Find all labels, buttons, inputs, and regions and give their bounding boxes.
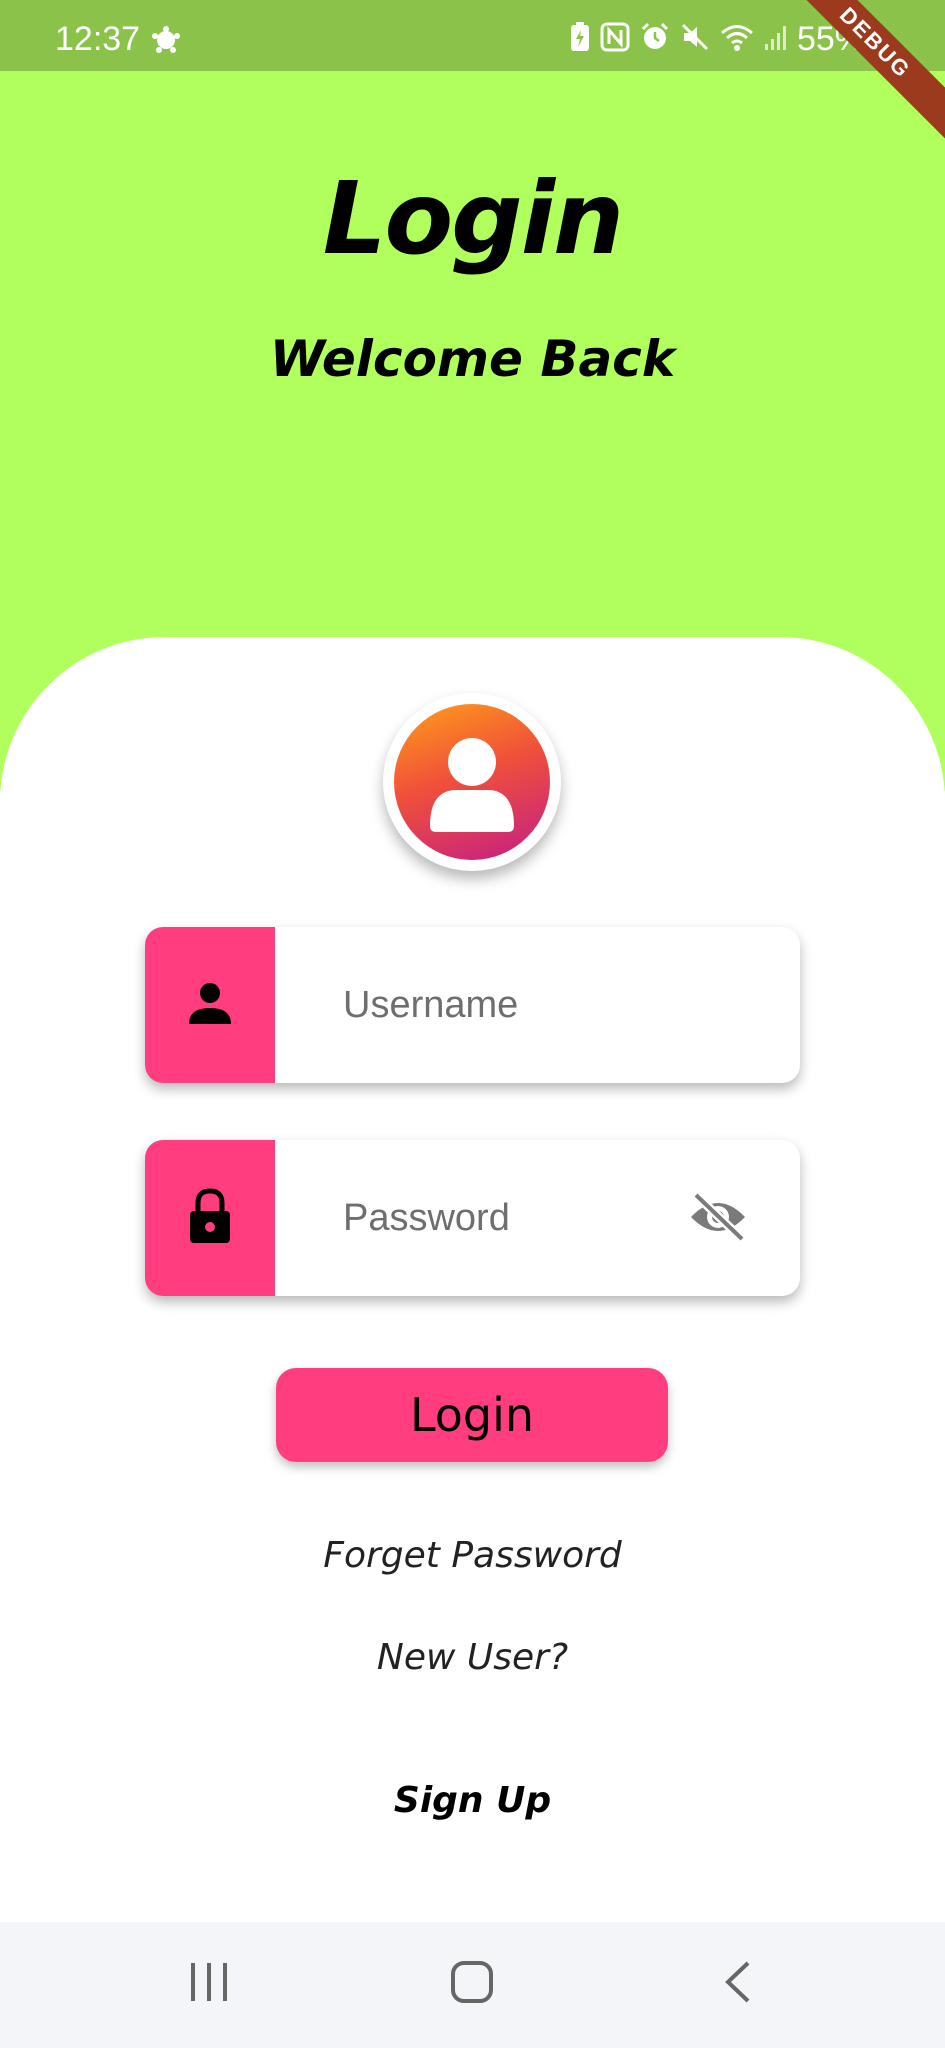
avatar [383, 693, 561, 871]
signal-icon [764, 22, 790, 57]
avatar-image [394, 704, 550, 860]
status-bar: 12:37 55% [0, 0, 945, 71]
user-avatar-icon [430, 738, 514, 832]
mute-icon [680, 22, 710, 57]
new-user-text: New User? [376, 1637, 569, 1678]
username-input[interactable] [145, 927, 800, 1083]
navigation-bar [0, 1922, 945, 2048]
page-title: Login [322, 160, 624, 277]
recent-apps-icon[interactable] [188, 1960, 230, 2008]
eye-off-icon[interactable] [688, 1191, 748, 1246]
username-field [145, 927, 800, 1083]
alarm-icon [640, 22, 670, 57]
settings-icon [150, 26, 182, 59]
home-icon[interactable] [450, 1960, 494, 2008]
password-field [145, 1140, 800, 1296]
login-button[interactable]: Login [276, 1368, 668, 1462]
battery-saver-icon [570, 22, 590, 57]
page-subtitle: Welcome Back [269, 330, 676, 388]
nfc-icon [600, 22, 630, 57]
sign-up-link[interactable]: Sign Up [0, 1780, 945, 1821]
wifi-icon [720, 22, 754, 57]
back-icon[interactable] [723, 1960, 753, 2008]
status-time: 12:37 [55, 20, 141, 58]
status-icons [570, 22, 790, 57]
forget-password-link[interactable]: Forget Password [0, 1535, 945, 1576]
